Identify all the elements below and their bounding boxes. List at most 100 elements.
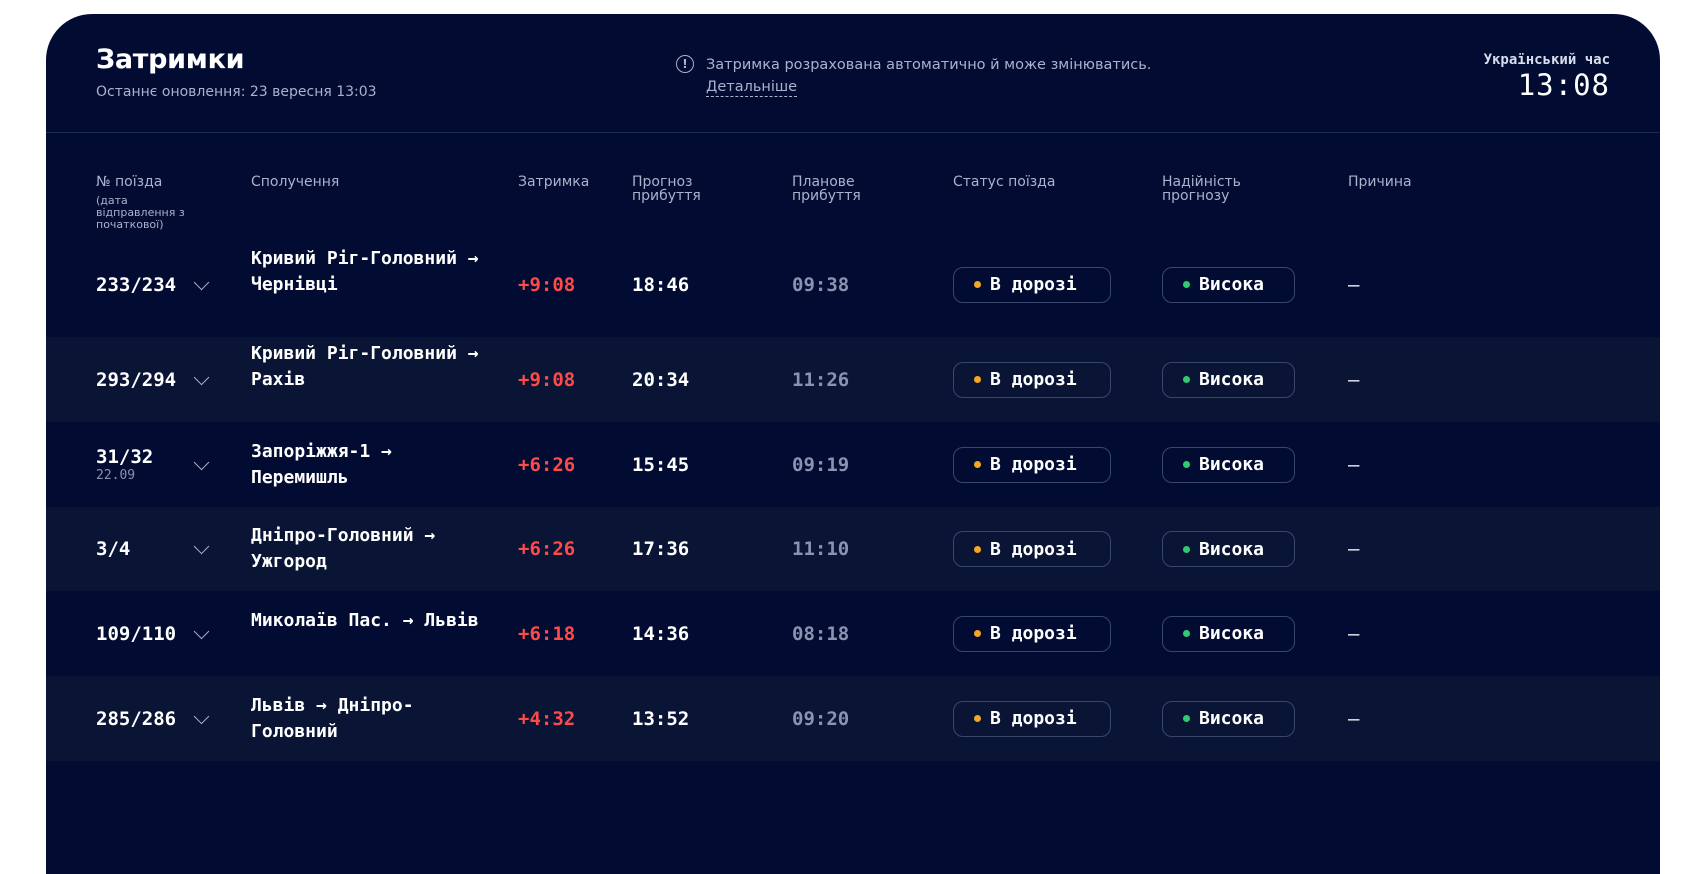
col-status: Статус поїзда (953, 174, 1056, 190)
route: Дніпро-Головний → Ужгород (251, 525, 436, 572)
delay-value: +6:26 (518, 453, 576, 476)
reliability-label: Висока (1199, 369, 1265, 390)
reason: — (1348, 707, 1360, 730)
status-dot-icon (974, 630, 981, 637)
delay-value: +4:32 (518, 707, 576, 730)
table-row[interactable]: 233/234 Кривий Ріг-Головний → Чернівці +… (46, 232, 1660, 337)
delay-value: +9:08 (518, 368, 576, 391)
reliability-badge: Висока (1162, 266, 1295, 303)
col-reason: Причина (1348, 174, 1412, 190)
panel-header: Затримки Останнє оновлення: 23 вересня 1… (46, 14, 1660, 133)
route: Запоріжжя-1 → Перемишль (251, 440, 392, 488)
status-dot-icon (974, 376, 981, 383)
train-number: 31/32 22.09 (96, 446, 153, 483)
status-dot-icon (974, 715, 981, 722)
forecast-arrival: 17:36 (632, 538, 690, 560)
reliability-label: Висока (1199, 708, 1265, 729)
reliability-badge: Висока (1162, 700, 1295, 737)
reliability-badge: Висока (1162, 361, 1295, 398)
status-label: В дорозі (990, 454, 1077, 475)
planned-arrival: 09:19 (792, 453, 850, 476)
reliability-label: Висока (1199, 538, 1265, 560)
table-row[interactable]: 31/32 22.09 Запоріжжя-1 → Перемишль +6:2… (46, 422, 1660, 507)
forecast-arrival: 14:36 (632, 622, 690, 645)
ukrainian-time: Український час 13:08 (1484, 52, 1610, 102)
col-forecast: Прогноз прибуття (632, 174, 701, 204)
delay-value: +6:26 (518, 538, 576, 560)
table-row[interactable]: 293/294 Кривий Ріг-Головний → Рахів +9:0… (46, 337, 1660, 422)
col-route: Сполучення (251, 174, 340, 190)
planned-arrival: 11:26 (792, 368, 850, 391)
reliability-dot-icon (1183, 715, 1190, 722)
departure-date: 22.09 (96, 467, 136, 483)
train-number: 233/234 (96, 274, 176, 296)
chevron-down-icon[interactable] (193, 369, 210, 385)
details-link[interactable]: Детальніше (706, 78, 798, 97)
notice-text: Затримка розрахована автоматично й може … (706, 57, 1152, 73)
route: Миколаїв Пас. → Львів (251, 609, 479, 631)
train-number-value: 109/110 (96, 622, 177, 645)
reason: — (1348, 538, 1360, 560)
col-reliability: Надійність прогнозу (1162, 174, 1241, 204)
status-badge: В дорозі (953, 361, 1111, 398)
chevron-down-icon[interactable] (193, 623, 210, 639)
forecast-arrival: 15:45 (632, 453, 690, 476)
reason: — (1348, 368, 1360, 391)
col-train-number-label: № поїзда (96, 174, 163, 190)
forecast-arrival: 18:46 (632, 273, 690, 296)
clock-time: 13:08 (1517, 68, 1610, 102)
reliability-label: Висока (1199, 454, 1265, 475)
status-dot-icon (974, 281, 981, 288)
clock-label: Український час (1483, 52, 1610, 68)
col-planned: Планове прибуття (792, 174, 861, 204)
forecast-arrival: 13:52 (632, 707, 690, 730)
chevron-down-icon[interactable] (193, 538, 210, 555)
status-badge: В дорозі (953, 266, 1111, 303)
status-badge: В дорозі (953, 446, 1111, 483)
chevron-down-icon[interactable] (193, 708, 210, 724)
planned-arrival: 09:20 (792, 707, 850, 730)
reliability-dot-icon (1183, 545, 1190, 553)
delay-notice: ! Затримка розрахована автоматично й мож… (676, 54, 1151, 98)
train-number: 285/286 (96, 708, 176, 730)
reliability-badge: Висока (1162, 531, 1295, 567)
status-badge: В дорозі (953, 700, 1111, 737)
delay-value: +9:08 (518, 273, 576, 296)
reliability-dot-icon (1183, 630, 1190, 637)
route: Кривий Ріг-Головний → Рахів (251, 342, 479, 390)
table-row[interactable]: 285/286 Львів → Дніпро-Головний +4:32 13… (46, 676, 1660, 761)
train-number: 293/294 (96, 369, 176, 391)
status-label: В дорозі (990, 708, 1077, 729)
train-number: 3/4 (96, 538, 130, 560)
chevron-down-icon[interactable] (193, 454, 210, 470)
route: Кривий Ріг-Головний → Чернівці (251, 247, 479, 295)
last-updated: Останнє оновлення: 23 вересня 13:03 (96, 84, 377, 100)
train-number-value: 31/32 (96, 445, 154, 468)
table-row[interactable]: 109/110 Миколаїв Пас. → Львів +6:18 14:3… (46, 591, 1660, 676)
reason: — (1348, 622, 1360, 645)
train-number-value: 3/4 (96, 538, 131, 560)
reason: — (1348, 273, 1360, 296)
train-number-value: 285/286 (96, 707, 177, 730)
status-badge: В дорозі (953, 615, 1111, 652)
col-train-number-sub: (дата відправлення з початкової) (96, 194, 185, 231)
train-number-value: 233/234 (96, 273, 177, 296)
reliability-dot-icon (1183, 376, 1190, 383)
reliability-badge: Висока (1162, 615, 1295, 652)
status-dot-icon (974, 461, 981, 468)
planned-arrival: 08:18 (792, 622, 850, 645)
col-delay: Затримка (518, 174, 590, 190)
delay-value: +6:18 (518, 622, 576, 645)
reliability-label: Висока (1199, 623, 1265, 644)
page-title: Затримки (96, 44, 245, 75)
status-dot-icon (974, 545, 981, 553)
planned-arrival: 09:38 (792, 273, 850, 296)
info-icon: ! (676, 55, 694, 73)
status-label: В дорозі (990, 538, 1077, 560)
reason: — (1348, 453, 1360, 476)
table-row[interactable]: 3/4 Дніпро-Головний → Ужгород +6:26 17:3… (46, 507, 1660, 591)
route: Львів → Дніпро-Головний (251, 694, 414, 742)
status-label: В дорозі (990, 369, 1077, 390)
reliability-dot-icon (1183, 461, 1190, 468)
chevron-down-icon[interactable] (193, 274, 210, 290)
